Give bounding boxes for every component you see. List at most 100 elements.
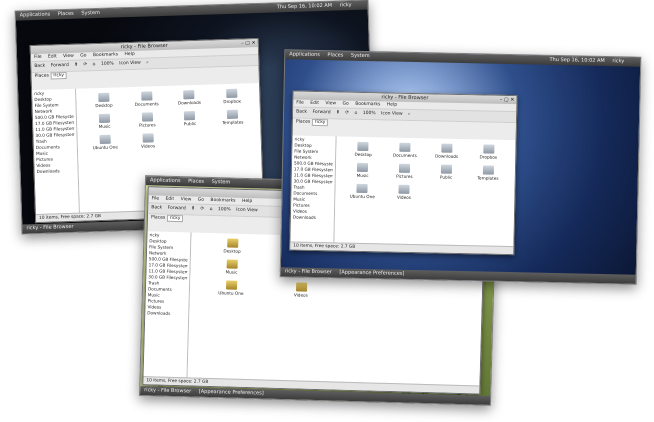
menu-bookmarks[interactable]: Bookmarks — [210, 198, 235, 204]
reload-icon[interactable]: ⟳ — [200, 207, 204, 212]
folder-item[interactable]: Music — [342, 162, 384, 179]
taskbar-item[interactable]: [Appearance Preferences] — [339, 269, 404, 276]
user-name[interactable]: ricky — [612, 58, 624, 64]
menu-help[interactable]: Help — [387, 102, 397, 107]
folder-item[interactable]: Templates — [467, 165, 509, 181]
view-mode-select[interactable]: Icon View — [119, 61, 141, 67]
sidebar-item[interactable]: Downloads — [37, 168, 76, 175]
places-label[interactable]: Places — [151, 215, 165, 220]
folder-item[interactable]: Pictures — [126, 112, 169, 128]
folder-item[interactable]: Public — [425, 164, 467, 180]
folder-item[interactable]: Downloads — [168, 90, 211, 106]
folder-item[interactable]: Documents — [125, 91, 168, 107]
folder-item[interactable]: Templates — [211, 109, 254, 125]
folder-item[interactable]: Dropbox — [467, 144, 509, 160]
folder-item[interactable]: Music — [196, 259, 266, 276]
folder-icon — [98, 92, 110, 103]
applications-menu[interactable]: Applications — [150, 177, 181, 184]
menu-file[interactable]: File — [151, 196, 159, 201]
home-icon[interactable]: ⌂ — [210, 207, 213, 212]
places-label[interactable]: Places — [296, 120, 310, 125]
forward-button[interactable]: Forward — [51, 63, 69, 69]
home-icon[interactable]: ⌂ — [93, 62, 96, 67]
folder-item[interactable]: Music — [83, 113, 126, 129]
folder-item[interactable]: Ubuntu One — [196, 280, 266, 297]
clock[interactable]: Thu Sep 16, 10:02 AM — [277, 3, 332, 11]
menu-file[interactable]: File — [34, 55, 42, 60]
folder-label: Desktop — [95, 102, 113, 109]
search-icon[interactable]: ⌕ — [146, 60, 149, 65]
system-menu[interactable]: System — [212, 179, 231, 186]
taskbar-item[interactable]: [Appearance Preferences] — [199, 389, 264, 397]
folder-icon — [183, 90, 195, 100]
folder-item[interactable]: Dropbox — [210, 88, 253, 104]
path-crumb[interactable]: ricky — [166, 214, 184, 223]
path-crumb[interactable]: ricky — [311, 118, 329, 127]
forward-button[interactable]: Forward — [312, 110, 330, 115]
places-label[interactable]: Places — [35, 74, 49, 79]
menu-go[interactable]: Go — [198, 198, 204, 203]
back-button[interactable]: Back — [151, 205, 162, 210]
zoom-level[interactable]: 100% — [218, 207, 231, 212]
menu-view[interactable]: View — [63, 54, 74, 59]
up-icon[interactable]: ⬆ — [74, 63, 78, 68]
path-crumb[interactable]: ricky — [50, 71, 68, 80]
menu-edit[interactable]: Edit — [48, 54, 57, 59]
menu-help[interactable]: Help — [124, 52, 134, 57]
sidebar: ricky Desktop File System Network 500.0 … — [290, 135, 337, 244]
reload-icon[interactable]: ⟳ — [345, 111, 349, 116]
folder-item[interactable]: Videos — [266, 282, 336, 299]
system-menu[interactable]: System — [81, 10, 100, 17]
folder-item[interactable]: Desktop — [342, 141, 384, 158]
folder-item[interactable]: Videos — [126, 133, 169, 149]
search-icon[interactable]: ⌕ — [408, 112, 411, 117]
sidebar-item[interactable]: Downloads — [147, 310, 186, 317]
zoom-level[interactable]: 100% — [363, 111, 376, 116]
taskbar-item[interactable]: ricky - File Browser — [285, 268, 332, 275]
places-menu[interactable]: Places — [188, 178, 204, 184]
sidebar-item[interactable]: Downloads — [293, 215, 332, 222]
menu-edit[interactable]: Edit — [165, 197, 174, 202]
folder-item[interactable]: Downloads — [426, 143, 468, 159]
zoom-level[interactable]: 100% — [101, 62, 114, 67]
applications-menu[interactable]: Applications — [289, 51, 320, 58]
applications-menu[interactable]: Applications — [20, 11, 51, 18]
menu-bookmarks[interactable]: Bookmarks — [355, 102, 380, 108]
folder-item[interactable]: Desktop — [197, 238, 267, 255]
folder-item[interactable]: Ubuntu One — [84, 134, 127, 150]
menu-edit[interactable]: Edit — [310, 101, 319, 106]
reload-icon[interactable]: ⟳ — [83, 62, 87, 67]
up-icon[interactable]: ⬆ — [191, 206, 195, 211]
taskbar-item[interactable]: ricky - File Browser — [144, 387, 191, 394]
folder-item[interactable]: Documents — [384, 142, 426, 158]
folder-item[interactable]: Public — [168, 110, 211, 126]
clock[interactable]: Thu Sep 16, 10:02 AM — [549, 57, 604, 64]
system-menu[interactable]: System — [351, 53, 370, 59]
folder-item[interactable]: Pictures — [383, 163, 425, 179]
back-button[interactable]: Back — [34, 64, 45, 69]
folder-item[interactable]: Desktop — [82, 92, 125, 108]
menu-view[interactable]: View — [325, 101, 336, 106]
menu-view[interactable]: View — [181, 197, 192, 202]
view-mode-select[interactable]: Icon View — [381, 111, 403, 116]
menu-bookmarks[interactable]: Bookmarks — [93, 52, 118, 58]
forward-button[interactable]: Forward — [168, 206, 186, 212]
user-name[interactable]: ricky — [340, 2, 352, 8]
folder-item[interactable]: Ubuntu One — [341, 183, 383, 200]
menu-file[interactable]: File — [296, 101, 304, 106]
menu-go[interactable]: Go — [342, 102, 348, 107]
window-controls[interactable]: – ▢ ✕ — [500, 97, 515, 103]
home-icon[interactable]: ⌂ — [354, 111, 357, 116]
back-button[interactable]: Back — [296, 110, 307, 115]
places-menu[interactable]: Places — [58, 11, 74, 17]
folder-icon — [99, 134, 111, 145]
menu-go[interactable]: Go — [80, 53, 86, 58]
places-menu[interactable]: Places — [327, 52, 343, 58]
folder-item[interactable]: Videos — [383, 184, 425, 200]
file-browser-window: ricky - File Browser – ▢ ✕ File Edit Vie… — [289, 90, 518, 256]
taskbar-item[interactable]: ricky - File Browser — [26, 224, 73, 231]
view-mode-select[interactable]: Icon View — [236, 208, 258, 214]
up-icon[interactable]: ⬆ — [336, 110, 340, 115]
window-controls[interactable]: – ▢ ✕ — [241, 40, 256, 46]
menu-help[interactable]: Help — [242, 199, 252, 204]
